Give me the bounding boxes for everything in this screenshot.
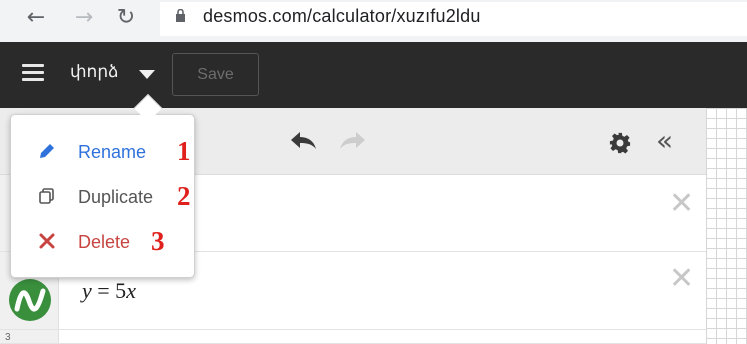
math-var-y: y [82,278,92,303]
graph-title[interactable]: փորձ [70,62,118,82]
menu-item-label: Delete [78,232,131,252]
reload-icon[interactable]: ↻ [112,4,140,32]
expression-color-icon[interactable] [9,279,51,321]
duplicate-icon [39,188,54,204]
delete-expression-icon[interactable]: ✕ [669,264,694,294]
expression-row-3[interactable]: 3 [0,330,706,344]
graph-paper[interactable] [706,108,747,344]
pencil-icon [40,144,54,158]
hamburger-menu-icon[interactable] [22,64,44,82]
lock-icon [176,9,185,22]
expression-math[interactable]: y = 5x [82,278,136,304]
delete-x-icon [39,233,55,249]
menu-item-label: Duplicate [78,187,154,207]
delete-expression-icon[interactable]: ✕ [669,189,694,219]
math-equals: = 5 [91,278,127,303]
menu-item-delete[interactable]: Delete 3 [11,221,196,261]
app-header: փորձ Save [0,42,747,108]
collapse-panel-icon[interactable]: « [656,124,673,157]
annotation-number: 2 [177,181,191,211]
gear-icon[interactable] [609,132,631,154]
menu-item-rename[interactable]: Rename 1 [11,131,196,171]
annotation-number: 3 [151,226,165,256]
math-var-x: x [126,278,136,303]
menu-item-label: Rename [78,142,147,162]
menu-item-duplicate[interactable]: Duplicate 2 [11,176,196,216]
undo-icon[interactable] [288,131,318,151]
browser-toolbar: ← → ↻ desmos.com/calculator/xuzıfu2ldu [0,0,747,42]
row-index: 3 [5,332,11,343]
forward-arrow-icon[interactable]: → [70,4,98,32]
back-arrow-icon[interactable]: ← [22,4,50,32]
redo-icon[interactable] [338,131,368,151]
expression-gutter: 3 [0,330,59,343]
graph-options-menu: Rename 1 Duplicate 2 Delete 3 [10,114,195,278]
caret-down-icon[interactable] [139,70,155,79]
save-button[interactable]: Save [172,53,259,96]
url-text[interactable]: desmos.com/calculator/xuzıfu2ldu [203,6,481,27]
annotation-number: 1 [177,136,191,166]
